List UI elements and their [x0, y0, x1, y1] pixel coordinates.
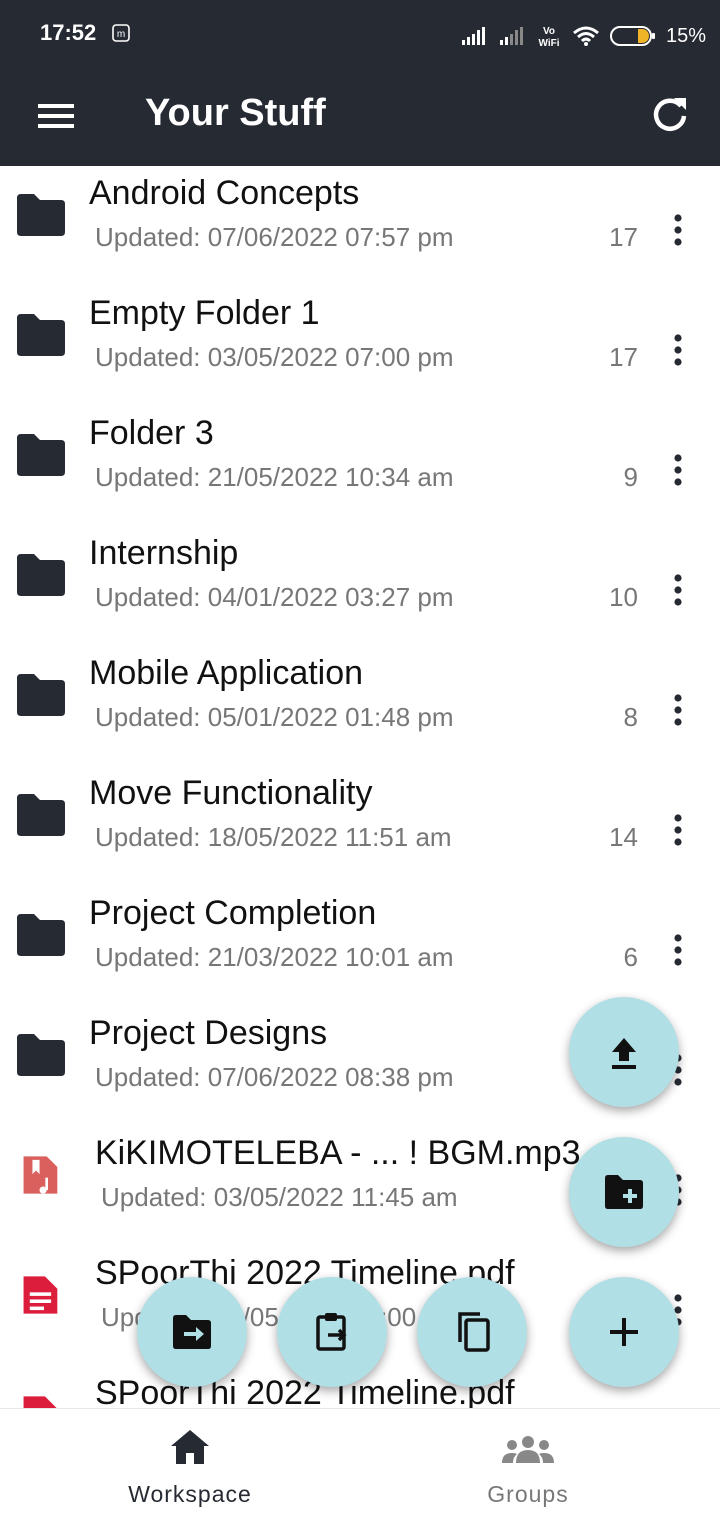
refresh-icon[interactable] [650, 94, 690, 134]
folder-icon [17, 554, 65, 596]
folder-icon [17, 314, 65, 356]
copy-icon [458, 1312, 490, 1352]
folder-icon [17, 674, 65, 716]
folder-icon [17, 794, 65, 836]
item-count: 6 [623, 942, 638, 972]
item-updated: Updated: 05/01/2022 01:48 pm [95, 702, 454, 732]
nav-item-workspace[interactable]: Workspace [10, 1409, 370, 1521]
upload-icon [612, 1038, 636, 1069]
pdf-file-icon [23, 1276, 58, 1314]
item-count: 17 [609, 222, 638, 252]
more-options-icon[interactable] [664, 210, 692, 250]
item-updated: Updated: 04/01/2022 03:27 pm [95, 582, 454, 612]
battery-percent: 15% [665, 24, 706, 47]
item-count: 17 [609, 342, 638, 372]
item-name: Folder 3 [89, 414, 214, 452]
upload-button[interactable] [569, 997, 679, 1107]
menu-icon[interactable] [36, 96, 76, 136]
item-count: 8 [623, 702, 638, 732]
list-item[interactable]: Mobile Application Updated: 05/01/2022 0… [0, 646, 720, 766]
paste-icon [316, 1313, 347, 1351]
item-name: Android Concepts [89, 174, 360, 212]
paste-button[interactable] [277, 1277, 387, 1387]
list-item[interactable]: Empty Folder 1 Updated: 03/05/2022 07:00… [0, 286, 720, 406]
signal-icon [461, 27, 485, 45]
wifi-icon [573, 26, 599, 46]
svg-text:WiFi: WiFi [538, 38, 559, 48]
folder-icon [17, 194, 65, 236]
item-count: 10 [609, 582, 638, 612]
more-options-icon[interactable] [664, 690, 692, 730]
page-title: Your Stuff [145, 92, 326, 134]
create-folder-button[interactable] [569, 1137, 679, 1247]
more-options-icon[interactable] [664, 450, 692, 490]
add-icon [610, 1318, 638, 1346]
status-bar: 17:52 m Vo WiFi 15% [0, 0, 720, 70]
copy-button[interactable] [417, 1277, 527, 1387]
more-options-icon[interactable] [664, 330, 692, 370]
item-name: Project Designs [89, 1014, 328, 1052]
item-name: KiKIMOTELEBA - ... ! BGM.mp3 [95, 1134, 581, 1172]
item-updated: Updated: 21/05/2022 10:34 am [95, 462, 454, 492]
signal-icon-2 [499, 27, 523, 45]
svg-text:m: m [117, 29, 125, 40]
groups-icon [502, 1436, 554, 1463]
item-updated: Updated: 21/03/2022 10:01 am [95, 942, 454, 972]
item-updated: Updated: 07/06/2022 07:57 pm [95, 222, 454, 252]
more-options-icon[interactable] [664, 570, 692, 610]
status-icons: Vo WiFi 15% [460, 22, 706, 50]
move-to-folder-icon [173, 1315, 211, 1349]
list-item[interactable]: Internship Updated: 04/01/2022 03:27 pm … [0, 526, 720, 646]
add-button[interactable] [569, 1277, 679, 1387]
nav-label-workspace: Workspace [128, 1481, 252, 1507]
create-folder-icon [605, 1175, 643, 1209]
item-count: 9 [623, 462, 638, 492]
folder-icon [17, 914, 65, 956]
item-name: Project Completion [89, 894, 377, 932]
nav-item-groups[interactable]: Groups [348, 1409, 708, 1521]
list-item[interactable]: Android Concepts Updated: 07/06/2022 07:… [0, 166, 720, 286]
item-updated: Updated: 03/05/2022 07:00 pm [95, 342, 454, 372]
move-to-folder-button[interactable] [137, 1277, 247, 1387]
item-name: Mobile Application [89, 654, 364, 692]
item-name: Move Functionality [89, 774, 373, 812]
home-icon [171, 1430, 209, 1464]
nav-label-groups: Groups [487, 1481, 569, 1507]
status-time: 17:52 [40, 20, 97, 45]
list-item[interactable]: Folder 3 Updated: 21/05/2022 10:34 am 9 [0, 406, 720, 526]
folder-icon [17, 1034, 65, 1076]
pdf-file-icon [23, 1396, 57, 1408]
more-options-icon[interactable] [664, 810, 692, 850]
item-count: 14 [609, 822, 638, 852]
more-options-icon[interactable] [664, 930, 692, 970]
svg-text:Vo: Vo [543, 26, 555, 37]
list-item[interactable]: Project Completion Updated: 21/03/2022 1… [0, 886, 720, 1006]
audio-file-icon [23, 1156, 58, 1194]
vowifi-icon: Vo WiFi [538, 26, 559, 48]
item-name: Empty Folder 1 [89, 294, 320, 332]
item-updated: Updated: 18/05/2022 11:51 am [95, 822, 452, 852]
bottom-nav: Workspace Groups [0, 1408, 720, 1521]
battery-icon [609, 26, 655, 46]
folder-icon [17, 434, 65, 476]
list-item[interactable]: Move Functionality Updated: 18/05/2022 1… [0, 766, 720, 886]
app-bar: Your Stuff [0, 70, 720, 166]
item-updated: Updated: 07/06/2022 08:38 pm [95, 1062, 454, 1092]
item-updated: Updated: 03/05/2022 11:45 am [101, 1182, 458, 1212]
item-name: Internship [89, 534, 239, 572]
notification-icon: m [112, 24, 130, 42]
